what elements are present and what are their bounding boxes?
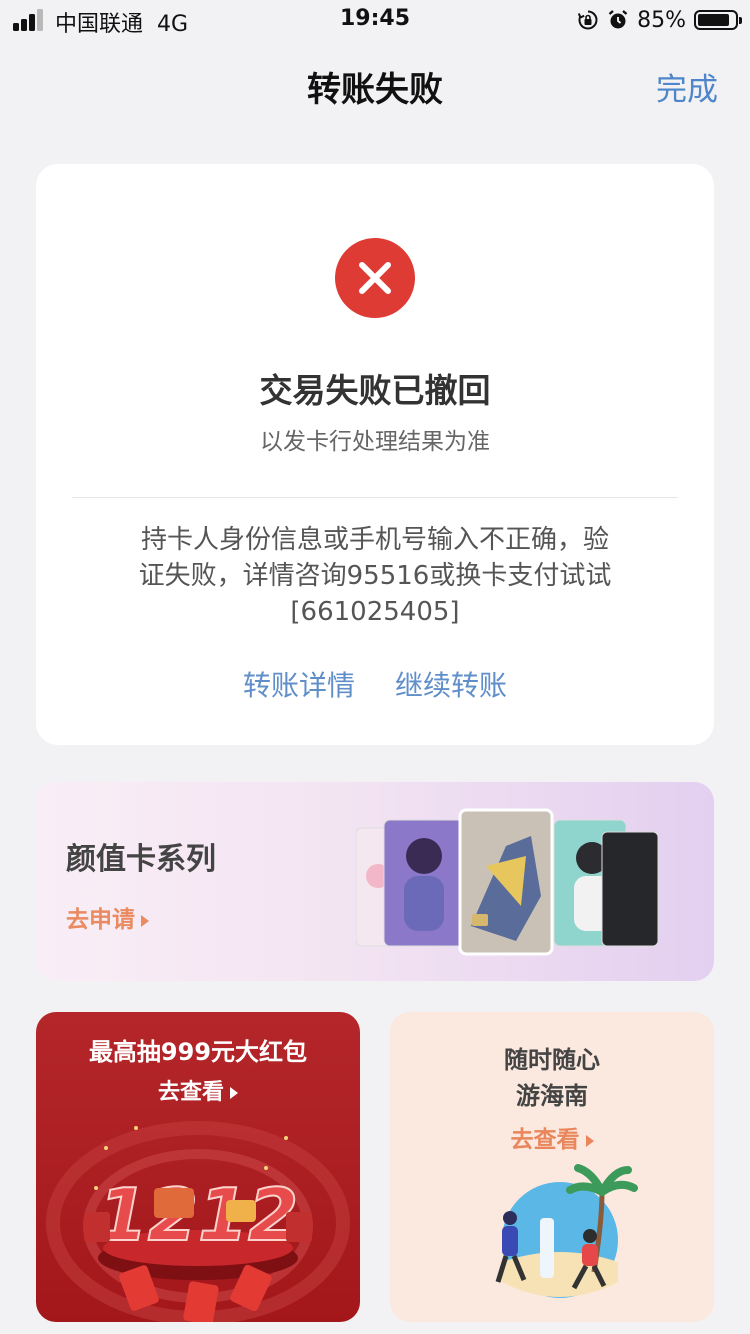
status-bar: 中国联通 4G 19:45 85% [0,0,750,40]
result-title: 交易失败已撤回 [259,371,491,410]
error-message: 持卡人身份信息或手机号输入不正确，验证失败，详情咨询95516或换卡支付试试[6… [138,525,612,627]
continue-transfer-link[interactable]: 继续转账 [395,664,507,704]
arrow-right-icon [585,1134,594,1147]
page-title: 转账失败 [307,70,443,110]
banner-title: 颜值卡系列 [66,842,216,877]
1212-art-text: 1212 [98,1173,298,1257]
promo-title-line2: 游海南 [516,1082,588,1110]
arrow-right-icon [141,914,149,927]
red-packet-promo[interactable]: 最高抽999元大红包 去查看 1212 [36,1012,360,1322]
result-subtitle: 以发卡行处理结果为准 [260,429,490,455]
battery-percentage: 85% [637,7,686,33]
view-label: 去查看 [157,1080,224,1105]
view-label: 去查看 [510,1127,580,1153]
alarm-icon [608,10,628,29]
view-link[interactable]: 去查看 [36,1074,360,1106]
done-button[interactable]: 完成 [656,64,718,109]
apply-label: 去申请 [66,907,135,933]
battery-icon [694,10,742,30]
orientation-lock-icon [577,10,598,30]
transfer-details-link[interactable]: 转账详情 [243,664,355,704]
promo-title: 最高抽999元大红包 [88,1038,308,1066]
close-icon [359,262,391,294]
error-status-icon [335,238,415,318]
beach-travel-illustration [495,1164,638,1298]
result-card: 交易失败已撤回 以发卡行处理结果为准 持卡人身份信息或手机号输入不正确，验证失败… [36,164,714,745]
credit-cards-illustration [356,808,659,956]
1212-festival-illustration: 1212 [46,1121,350,1322]
view-link[interactable]: 去查看 [390,1120,714,1154]
hainan-travel-promo[interactable]: 随时随心 游海南 去查看 [390,1012,714,1322]
card-series-banner[interactable]: 颜值卡系列 去申请 [36,782,714,981]
divider [72,497,678,498]
apply-link[interactable]: 去申请 [66,900,149,934]
arrow-right-icon [230,1087,238,1099]
promo-title-line1: 随时随心 [504,1046,600,1074]
